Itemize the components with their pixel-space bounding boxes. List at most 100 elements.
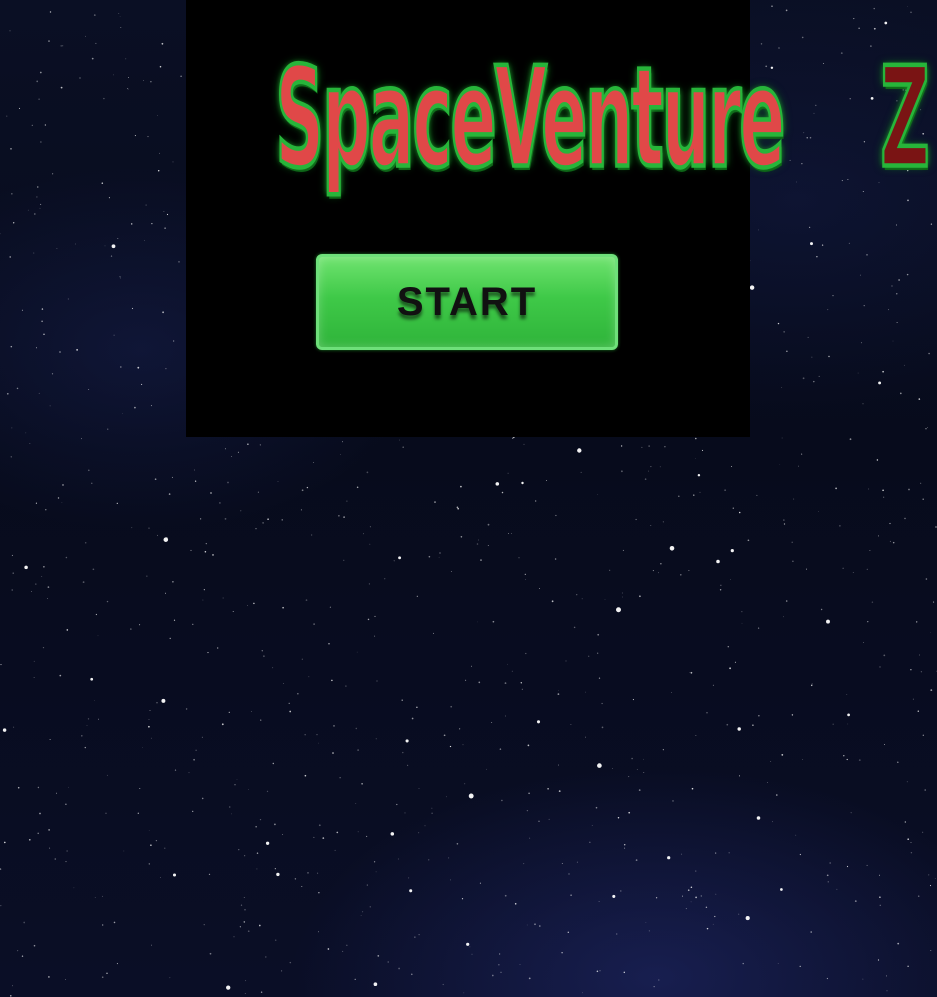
star	[33, 660, 35, 662]
star	[101, 976, 104, 978]
star	[431, 812, 433, 814]
star	[375, 871, 377, 873]
star	[813, 112, 815, 114]
star	[172, 873, 177, 877]
star	[416, 595, 418, 597]
star	[111, 244, 116, 249]
star	[47, 586, 50, 588]
star	[557, 764, 559, 766]
star	[777, 322, 780, 325]
star	[339, 777, 341, 779]
star	[433, 632, 435, 634]
star	[695, 735, 697, 736]
star	[922, 498, 924, 501]
star	[346, 500, 348, 502]
star	[729, 667, 731, 670]
star	[248, 789, 249, 790]
star	[282, 833, 284, 835]
star	[334, 849, 336, 851]
star	[313, 623, 315, 625]
star	[636, 769, 638, 770]
star	[49, 11, 52, 13]
star	[61, 502, 63, 503]
star	[811, 356, 813, 358]
star	[88, 388, 90, 390]
star	[402, 446, 404, 448]
star	[150, 81, 152, 83]
star	[450, 879, 451, 881]
star	[343, 559, 345, 561]
star	[57, 497, 60, 499]
star	[695, 896, 697, 899]
star	[561, 951, 563, 954]
star	[374, 615, 376, 617]
star	[282, 606, 284, 609]
star	[195, 749, 197, 752]
star	[149, 710, 151, 711]
start-button[interactable]: START	[316, 254, 618, 350]
star	[148, 527, 150, 529]
star	[648, 445, 650, 447]
star	[858, 27, 860, 29]
star	[168, 493, 171, 495]
star	[363, 533, 364, 535]
star	[910, 669, 912, 671]
star	[487, 545, 489, 546]
star	[62, 484, 64, 486]
star	[523, 863, 525, 865]
star	[841, 180, 843, 182]
star	[361, 782, 363, 785]
star	[785, 9, 788, 12]
star	[48, 829, 50, 831]
star	[373, 982, 378, 987]
star	[897, 942, 900, 945]
star	[38, 392, 40, 394]
star	[548, 818, 550, 820]
star	[172, 161, 174, 163]
star	[343, 516, 345, 518]
star	[102, 895, 103, 897]
star	[418, 832, 420, 834]
star	[495, 482, 500, 486]
star	[434, 501, 436, 503]
star	[75, 243, 76, 245]
star	[870, 97, 874, 100]
star	[256, 868, 258, 870]
star	[756, 816, 761, 820]
star	[498, 953, 501, 955]
star	[464, 783, 466, 785]
star	[33, 213, 36, 215]
star	[143, 79, 144, 81]
star	[76, 349, 78, 351]
star	[145, 204, 147, 206]
star	[511, 533, 512, 535]
star	[802, 377, 805, 380]
star	[406, 764, 409, 767]
star	[316, 733, 318, 736]
star	[486, 768, 487, 770]
star	[799, 965, 801, 968]
star	[445, 796, 447, 798]
star	[883, 654, 886, 657]
star	[68, 786, 69, 788]
star	[431, 807, 433, 809]
star	[156, 534, 159, 536]
star	[582, 992, 584, 994]
star	[84, 746, 86, 749]
star	[318, 824, 321, 827]
star	[119, 16, 121, 17]
star	[518, 557, 520, 559]
star	[204, 551, 207, 553]
star	[367, 618, 370, 621]
star	[867, 621, 869, 623]
star	[36, 196, 38, 198]
star	[504, 894, 507, 897]
star	[119, 276, 121, 278]
star	[399, 439, 400, 441]
star	[863, 141, 866, 143]
star	[848, 242, 851, 245]
star	[597, 763, 602, 768]
star	[81, 735, 83, 737]
star	[624, 847, 626, 849]
star	[411, 973, 413, 976]
